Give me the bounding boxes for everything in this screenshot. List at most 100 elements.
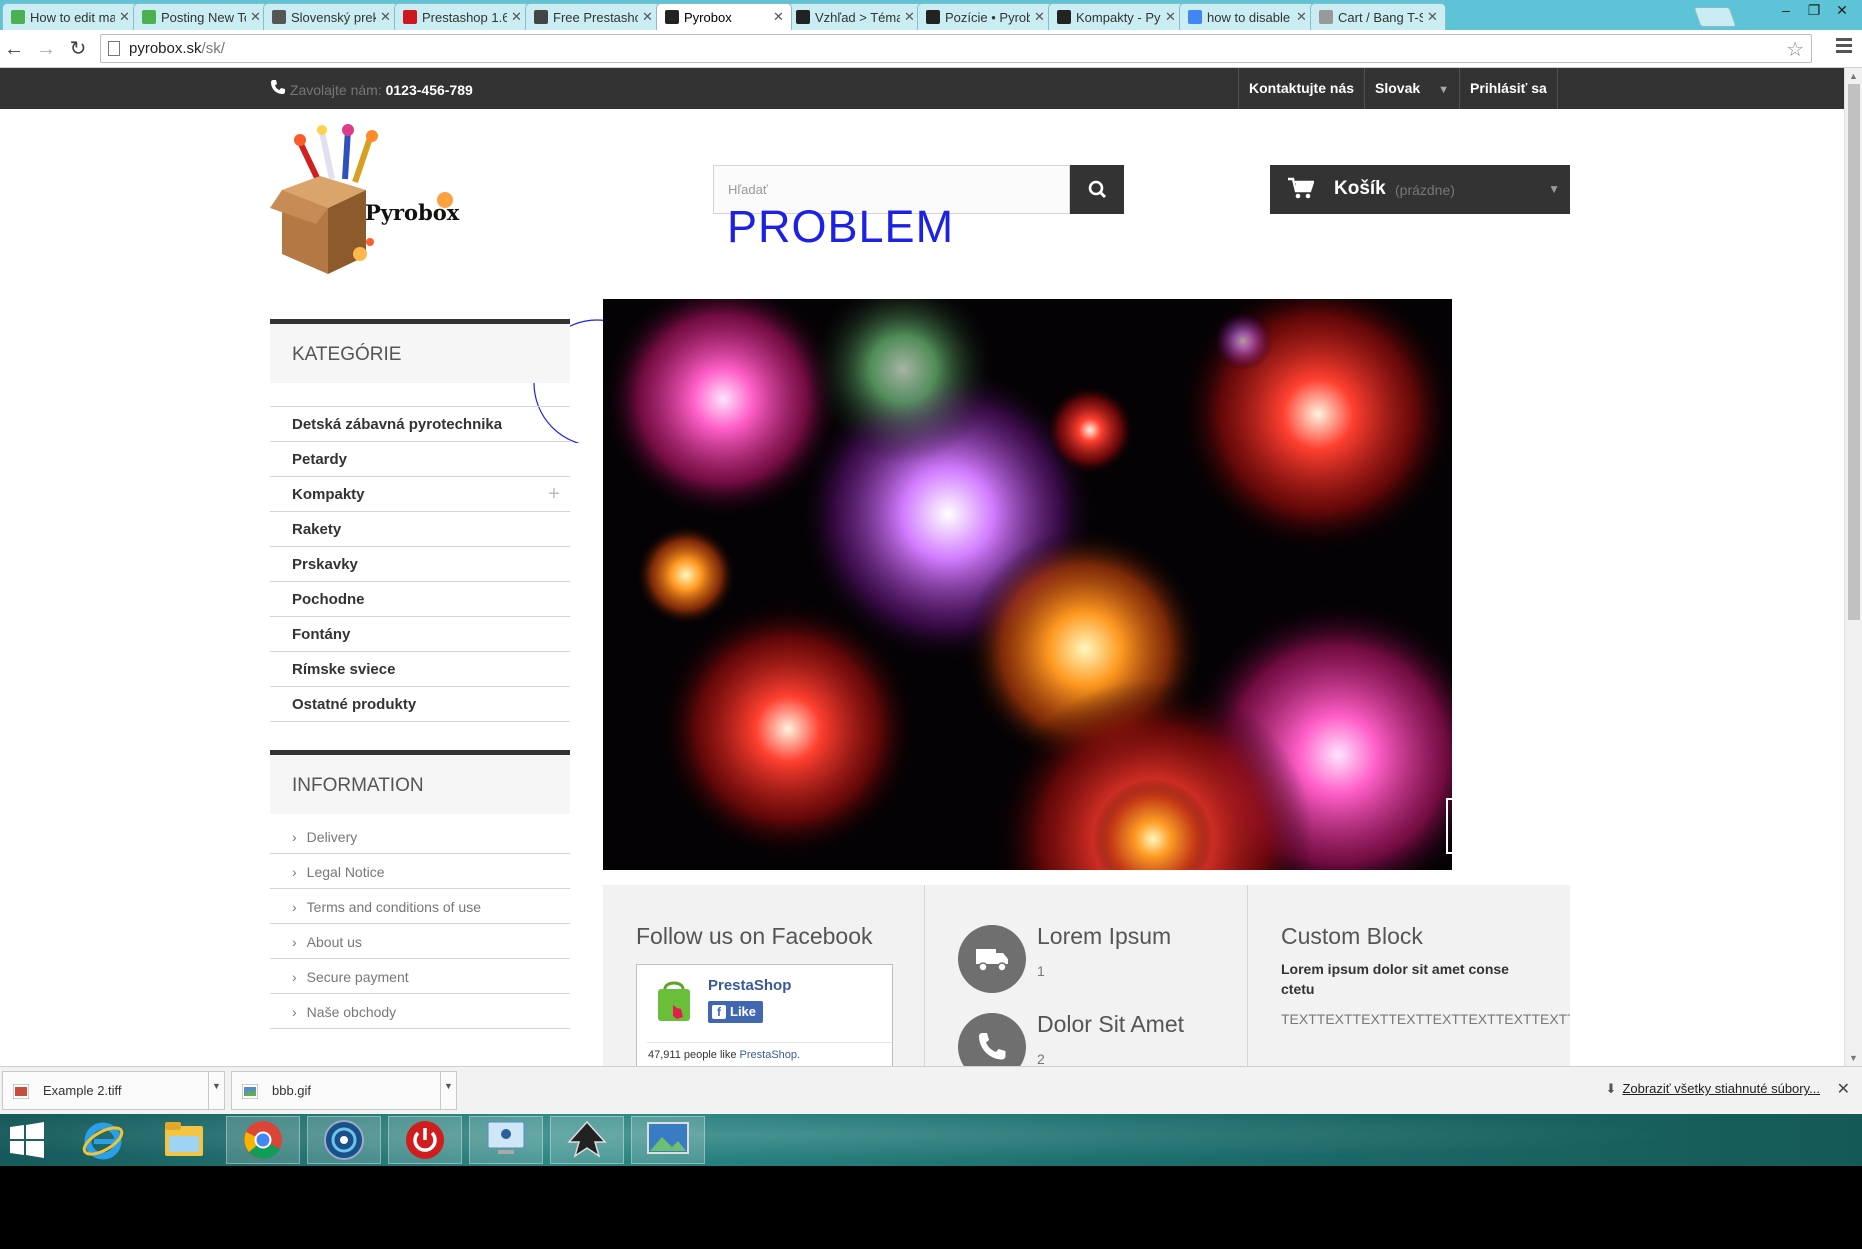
prestashop-icon [796,10,810,24]
tab-title: Vzhľad > Téma [815,9,900,25]
browser-tab[interactable]: Vzhľad > Téma ✕ [787,3,923,30]
information-item[interactable]: › Legal Notice [270,854,570,889]
information-item[interactable]: › Terms and conditions of use [270,889,570,924]
slider-next-handle[interactable] [1446,798,1452,854]
category-item[interactable]: Detská zábavná pyrotechnika [270,407,570,442]
language-selector[interactable]: Slovak ▼ [1365,68,1461,109]
scroll-down-icon[interactable]: ▼ [1849,1053,1858,1063]
internet-explorer-icon[interactable] [66,1116,140,1164]
bookmark-star-icon[interactable]: ☆ [1786,37,1804,62]
disk-utility-icon[interactable] [307,1116,381,1164]
information-item[interactable]: › Naše obchody [270,994,570,1029]
page-icon [1319,10,1333,24]
information-list: › Delivery › Legal Notice › Terms and conditi… [270,819,570,1029]
close-window-icon[interactable]: ✕ [1828,0,1856,20]
phone-number: 0123-456-789 [385,82,473,98]
homepage-slider-image[interactable] [603,299,1452,870]
reload-icon[interactable]: ↻ [66,37,90,61]
browser-tab[interactable]: Kompakty - Pyr ✕ [1048,3,1184,30]
cart-block[interactable]: Košík (prázdne) ▼ [1270,165,1570,214]
tab-close-icon[interactable]: ✕ [773,9,785,25]
browser-tab[interactable]: Slovenský prekl ✕ [263,3,399,30]
facebook-page-link[interactable]: PrestaShop. [740,1049,801,1061]
category-item[interactable]: Ostatné produkty [270,687,570,722]
facebook-like-button[interactable]: f Like [708,1001,763,1023]
scroll-up-icon[interactable]: ▲ [1849,71,1858,81]
category-label: Petardy [292,451,348,468]
information-item[interactable]: › Secure payment [270,959,570,994]
chrome-menu-icon[interactable] [1836,38,1852,58]
browser-tab[interactable]: Pyrobox ✕ [656,3,792,30]
tab-close-icon[interactable]: ✕ [250,9,262,25]
tab-close-icon[interactable]: ✕ [1427,9,1439,25]
category-label: Detská zábavná pyrotechnika [292,416,503,433]
tab-title: Posting New To [161,9,246,25]
tab-close-icon[interactable]: ✕ [1165,9,1177,25]
category-item[interactable]: Fontány [270,617,570,652]
expand-plus-icon[interactable]: + [538,477,570,511]
browser-tab[interactable]: Prestashop 1.6 t✕ [394,3,530,30]
forward-icon[interactable]: → [34,37,58,61]
category-item[interactable]: Prskavky [270,547,570,582]
start-icon[interactable] [0,1116,54,1164]
tab-close-icon[interactable]: ✕ [642,9,654,25]
browser-tab[interactable]: Posting New To ✕ [133,3,269,30]
restore-icon[interactable]: ❐ [1800,0,1828,20]
chevron-down-icon[interactable]: ▼ [208,1072,224,1109]
browser-tab[interactable]: Cart / Bang T-S ✕ [1310,3,1446,30]
minimize-icon[interactable]: – [1772,0,1800,20]
page-scrollbar[interactable]: ▲ ▼ [1844,68,1862,1066]
file-explorer-icon[interactable] [147,1116,221,1164]
browser-tab[interactable]: how to disable ✕ [1179,3,1315,30]
tab-close-icon[interactable]: ✕ [119,9,131,25]
browser-tab[interactable]: How to edit ma ✕ [2,3,138,30]
remote-desktop-icon[interactable] [469,1116,543,1164]
page-viewport: Zavolajte nám: 0123-456-789 Kontaktujte … [0,68,1844,1066]
tab-close-icon[interactable]: ✕ [1296,9,1308,25]
download-filename: Example 2.tiff [43,1083,122,1098]
chevron-right-icon: › [292,864,297,880]
browser-tab[interactable]: Pozície • Pyrob ✕ [917,3,1053,30]
chevron-down-icon[interactable]: ▼ [440,1072,456,1109]
search-placeholder: Hľadať [728,182,768,197]
page-icon [108,41,120,56]
chevron-right-icon: › [292,969,297,985]
close-downloads-icon[interactable]: ✕ [1837,1079,1850,1099]
scrollbar-thumb[interactable] [1848,84,1860,620]
download-item[interactable]: bbb.gif ▼ [231,1071,457,1110]
url-text[interactable]: pyrobox.sk/sk/ [129,40,225,57]
tab-title: Kompakty - Pyr [1076,9,1161,25]
search-button[interactable] [1070,165,1124,214]
cart-title: Košík [1334,178,1386,199]
contact-link[interactable]: Kontaktujte nás [1239,68,1366,109]
information-item[interactable]: › Delivery [270,819,570,854]
reassurance-title-1: Lorem Ipsum [1037,923,1172,949]
inkscape-icon[interactable] [550,1116,624,1164]
facebook-page-name[interactable]: PrestaShop [708,977,791,994]
download-filename: bbb.gif [272,1083,312,1098]
logo-text: Pyrobox [365,200,460,225]
information-item[interactable]: › About us [270,924,570,959]
tab-close-icon[interactable]: ✕ [904,9,916,25]
tab-close-icon[interactable]: ✕ [380,9,392,25]
login-link[interactable]: Prihlásiť sa [1460,68,1558,109]
category-item[interactable]: Pochodne [270,582,570,617]
category-item[interactable]: Petardy [270,442,570,477]
chrome-icon[interactable] [226,1116,300,1164]
category-item[interactable]: Rímske sviece [270,652,570,687]
new-tab-button[interactable] [1693,7,1737,27]
tab-title: Pozície • Pyrob [945,9,1030,25]
browser-tab[interactable]: Free Prestashop✕ [525,3,661,30]
download-item[interactable]: Example 2.tiff ▼ [2,1071,225,1110]
photo-viewer-icon[interactable] [631,1116,705,1164]
back-icon[interactable]: ← [2,37,26,61]
category-item[interactable]: Rakety [270,512,570,547]
power-icon[interactable] [388,1116,462,1164]
address-bar[interactable]: pyrobox.sk/sk/ ☆ [100,34,1812,63]
tab-close-icon[interactable]: ✕ [1034,9,1046,25]
store-logo[interactable]: Pyrobox [270,124,466,274]
tab-close-icon[interactable]: ✕ [511,9,523,25]
show-all-downloads-link[interactable]: ⬇ Zobraziť všetky stiahnuté súbory... [1606,1081,1820,1097]
category-item[interactable]: Kompakty + [270,477,570,512]
google-icon [1188,10,1202,24]
